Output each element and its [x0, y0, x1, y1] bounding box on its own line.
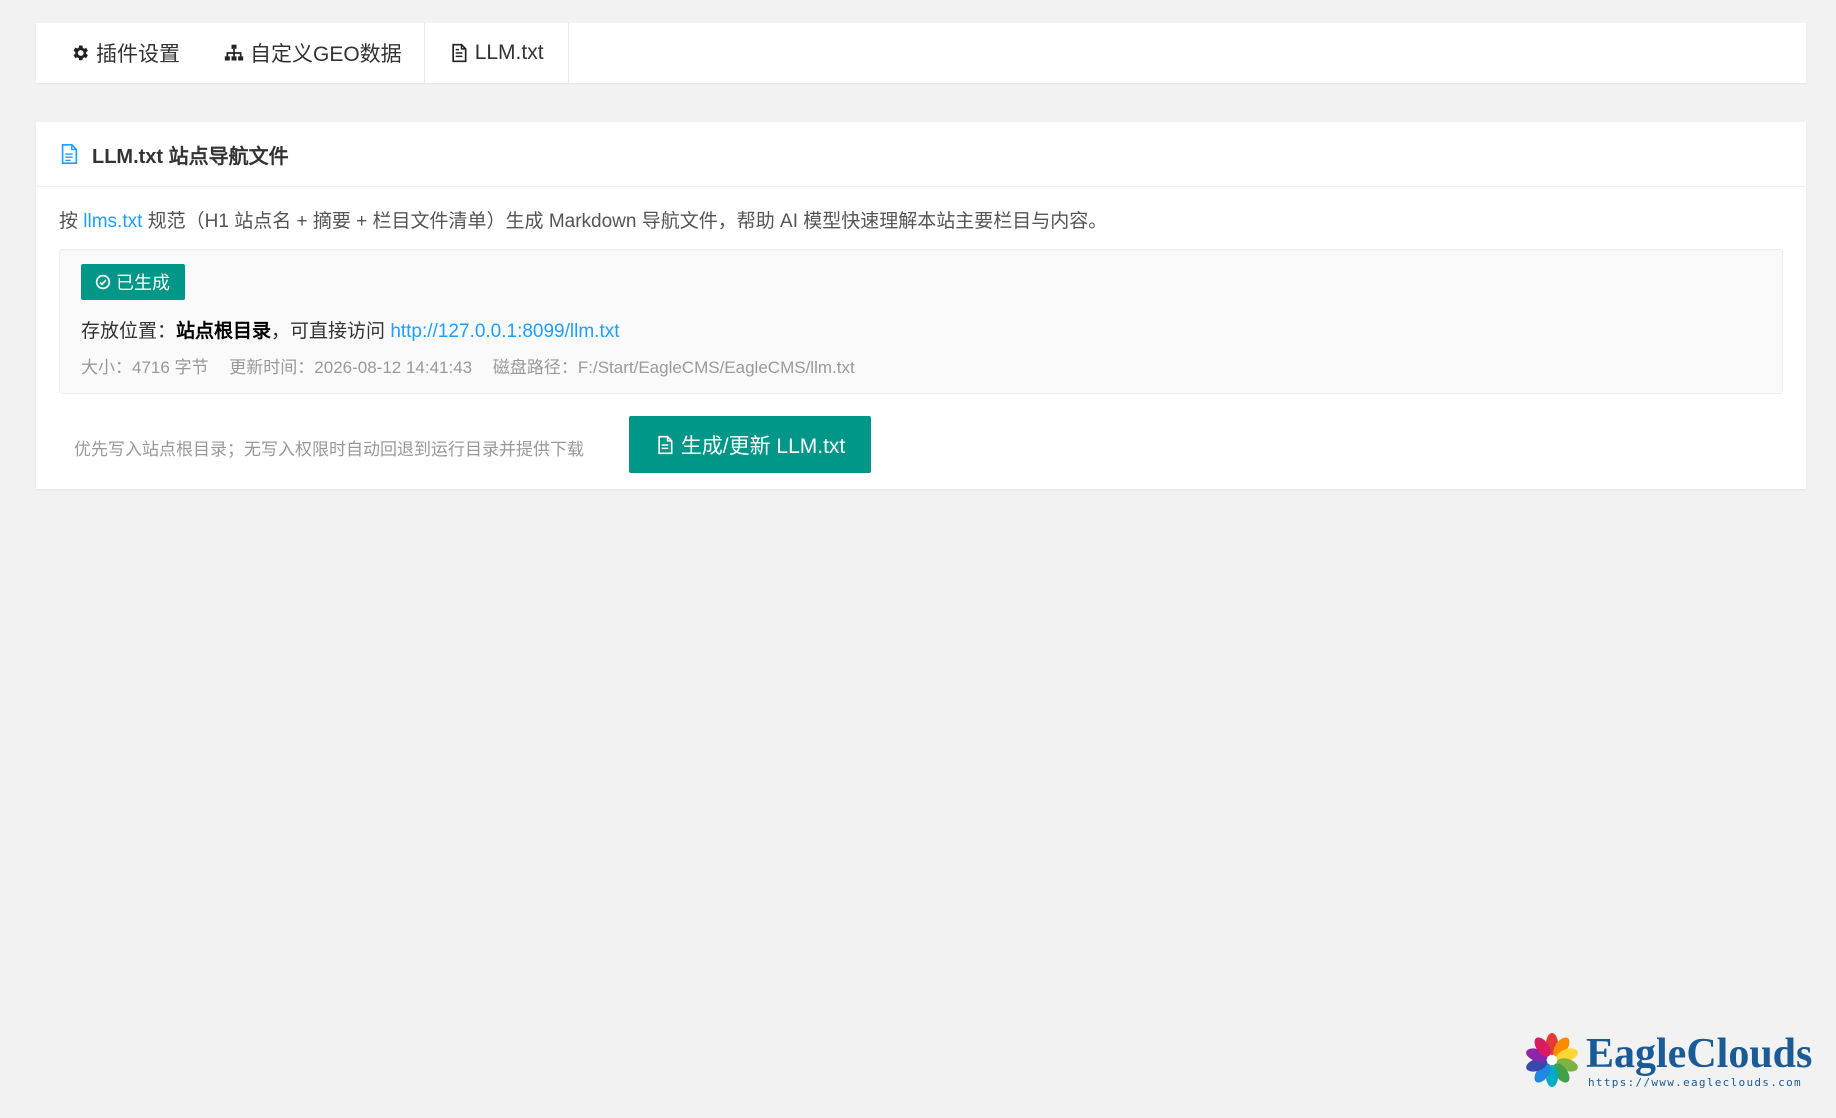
eagleclouds-logo: EagleClouds https://www.eagleclouds.com — [1522, 1030, 1812, 1092]
location-mid: ，可直接访问 — [271, 321, 391, 342]
tab-custom-geo-data[interactable]: 自定义GEO数据 — [202, 23, 424, 83]
file-text-icon — [452, 43, 467, 63]
desc-prefix: 按 — [59, 211, 84, 232]
file-text-icon — [658, 435, 673, 454]
tab-label: 插件设置 — [96, 43, 180, 66]
write-hint: 优先写入站点根目录；无写入权限时自动回退到运行目录并提供下载 — [74, 440, 584, 459]
tab-plugin-settings[interactable]: 插件设置 — [36, 23, 202, 83]
location-label: 存放位置： — [81, 321, 177, 342]
llm-txt-card: LLM.txt 站点导航文件 按 llms.txt 规范（H1 站点名 + 摘要… — [36, 122, 1806, 489]
gear-icon — [73, 45, 88, 61]
card-title: LLM.txt 站点导航文件 — [92, 145, 289, 168]
check-circle-icon — [95, 274, 111, 290]
llm-txt-url-link[interactable]: http://127.0.0.1:8099/llm.txt — [390, 321, 619, 342]
status-badge-label: 已生成 — [116, 273, 170, 293]
desc-suffix: 规范（H1 站点名 + 摘要 + 栏目文件清单）生成 Markdown 导航文件… — [142, 211, 1108, 232]
file-text-icon — [61, 144, 78, 164]
llms-txt-link[interactable]: llms.txt — [83, 211, 142, 232]
sitemap-icon — [224, 44, 244, 61]
tab-bar: 插件设置 自定义GEO数据 LLM.txt — [36, 23, 1806, 83]
storage-location: 存放位置：站点根目录，可直接访问 http://127.0.0.1:8099/l… — [81, 316, 620, 343]
description: 按 llms.txt 规范（H1 站点名 + 摘要 + 栏目文件清单）生成 Ma… — [59, 206, 1107, 233]
tab-label: 自定义GEO数据 — [250, 43, 402, 66]
generate-llm-txt-button[interactable]: 生成/更新 LLM.txt — [629, 416, 871, 473]
location-value: 站点根目录 — [176, 321, 272, 342]
tab-label: LLM.txt — [474, 41, 544, 64]
file-disk-path: 磁盘路径：F:/Start/EagleCMS/EagleCMS/llm.txt — [492, 358, 855, 377]
generate-button-label: 生成/更新 LLM.txt — [680, 434, 846, 458]
file-size: 大小：4716 字节 — [81, 358, 209, 377]
status-panel: 已生成 存放位置：站点根目录，可直接访问 http://127.0.0.1:80… — [59, 249, 1783, 394]
file-meta: 大小：4716 字节 更新时间：2026-08-12 14:41:43 磁盘路径… — [81, 353, 871, 378]
logo-url: https://www.eagleclouds.com — [1588, 1076, 1802, 1089]
card-header: LLM.txt 站点导航文件 — [36, 122, 1806, 187]
flower-logo-icon — [1526, 1033, 1578, 1087]
logo-name: EagleClouds — [1586, 1031, 1813, 1077]
file-updated-time: 更新时间：2026-08-12 14:41:43 — [229, 358, 473, 377]
tab-llm-txt[interactable]: LLM.txt — [423, 23, 569, 83]
status-badge: 已生成 — [81, 264, 185, 300]
